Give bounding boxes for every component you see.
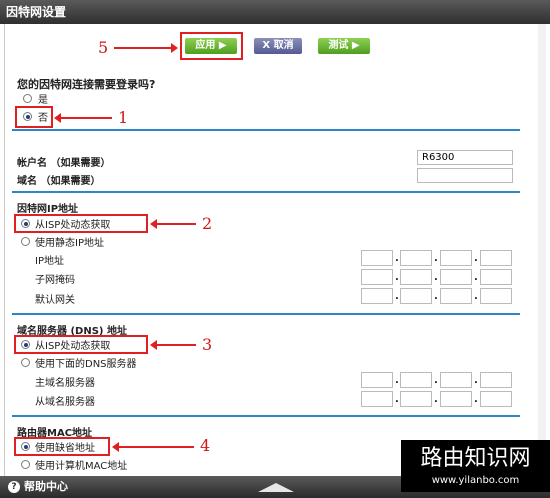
annotation-arrow [114, 43, 178, 53]
primary-dns-octet-input[interactable] [440, 372, 472, 388]
ip-address-label: IP地址 [35, 256, 64, 267]
radio-login-no[interactable] [23, 112, 32, 121]
annotation-number: 5 [98, 38, 109, 57]
radio-dns-manual[interactable] [21, 358, 30, 367]
account-name-input[interactable] [417, 150, 513, 165]
radio-label: 是 [38, 95, 48, 106]
annotation-arrow [112, 442, 194, 452]
octet-separator: . [395, 375, 399, 386]
divider [12, 129, 520, 131]
octet-separator: . [434, 394, 438, 405]
radio-label: 否 [38, 113, 48, 124]
annotation-number: 1 [118, 108, 129, 127]
secondary-dns-octet-input[interactable] [400, 391, 432, 407]
collapse-up-icon[interactable] [258, 483, 294, 492]
gateway-octet-input[interactable] [361, 288, 393, 304]
apply-button[interactable]: 应用 ▶ [185, 38, 237, 54]
gateway-label: 默认网关 [35, 295, 75, 306]
octet-separator: . [395, 272, 399, 283]
radio-ip-static[interactable] [21, 237, 30, 246]
subnet-octet-input[interactable] [361, 269, 393, 285]
radio-label: 从ISP处动态获取 [35, 220, 111, 231]
annotation-arrow [54, 113, 112, 123]
radio-mac-default[interactable] [21, 442, 30, 451]
primary-dns-octet-input[interactable] [480, 372, 512, 388]
watermark-title: 路由知识网 [420, 446, 531, 471]
watermark: 路由知识网 www.yilanbo.com [401, 440, 550, 492]
radio-label: 使用缺省地址 [35, 443, 95, 454]
help-icon[interactable]: ? [8, 481, 20, 493]
account-name-label: 帐户名 （如果需要） [17, 158, 111, 169]
annotation-number: 2 [202, 214, 213, 233]
subnet-octet-input[interactable] [480, 269, 512, 285]
octet-separator: . [474, 394, 478, 405]
radio-label: 使用计算机MAC地址 [35, 461, 128, 472]
octet-separator: . [395, 394, 399, 405]
login-question: 您的因特网连接需要登录吗? [17, 78, 156, 91]
octet-separator: . [474, 291, 478, 302]
help-center-link[interactable]: 帮助中心 [24, 476, 68, 498]
window-title: 因特网设置 [0, 0, 550, 24]
radio-ip-dynamic[interactable] [21, 219, 30, 228]
octet-separator: . [434, 253, 438, 264]
secondary-dns-label: 从域名服务器 [35, 397, 95, 408]
octet-separator: . [395, 291, 399, 302]
subnet-mask-label: 子网掩码 [35, 275, 75, 286]
ip-address-octet-input[interactable] [480, 250, 512, 266]
domain-input[interactable] [417, 168, 513, 183]
domain-label: 域名 （如果需要） [17, 176, 101, 187]
octet-separator: . [395, 253, 399, 264]
radio-label: 使用下面的DNS服务器 [35, 359, 137, 370]
octet-separator: . [434, 291, 438, 302]
test-button[interactable]: 测试 ▶ [318, 38, 370, 54]
ip-address-octet-input[interactable] [361, 250, 393, 266]
radio-dns-dynamic[interactable] [21, 340, 30, 349]
divider [12, 191, 520, 193]
annotation-number: 4 [200, 436, 211, 455]
primary-dns-octet-input[interactable] [400, 372, 432, 388]
gateway-octet-input[interactable] [400, 288, 432, 304]
scrollbar[interactable] [538, 24, 546, 476]
ip-section-title: 因特网IP地址 [17, 204, 79, 215]
watermark-url: www.yilanbo.com [431, 475, 520, 486]
radio-label: 从ISP处动态获取 [35, 341, 111, 352]
primary-dns-label: 主域名服务器 [35, 378, 95, 389]
subnet-octet-input[interactable] [440, 269, 472, 285]
divider [12, 313, 520, 315]
subnet-octet-input[interactable] [400, 269, 432, 285]
octet-separator: . [434, 375, 438, 386]
gateway-octet-input[interactable] [480, 288, 512, 304]
gateway-octet-input[interactable] [440, 288, 472, 304]
secondary-dns-octet-input[interactable] [440, 391, 472, 407]
secondary-dns-octet-input[interactable] [361, 391, 393, 407]
octet-separator: . [474, 253, 478, 264]
octet-separator: . [474, 375, 478, 386]
radio-label: 使用静态IP地址 [35, 238, 104, 249]
annotation-number: 3 [202, 335, 213, 354]
secondary-dns-octet-input[interactable] [480, 391, 512, 407]
radio-mac-computer[interactable] [21, 460, 30, 469]
primary-dns-octet-input[interactable] [361, 372, 393, 388]
annotation-arrow [150, 219, 196, 229]
radio-login-yes[interactable] [23, 94, 32, 103]
ip-address-octet-input[interactable] [440, 250, 472, 266]
octet-separator: . [434, 272, 438, 283]
cancel-button[interactable]: X 取消 [254, 38, 302, 54]
divider [12, 415, 520, 417]
ip-address-octet-input[interactable] [400, 250, 432, 266]
annotation-arrow [150, 340, 196, 350]
octet-separator: . [474, 272, 478, 283]
